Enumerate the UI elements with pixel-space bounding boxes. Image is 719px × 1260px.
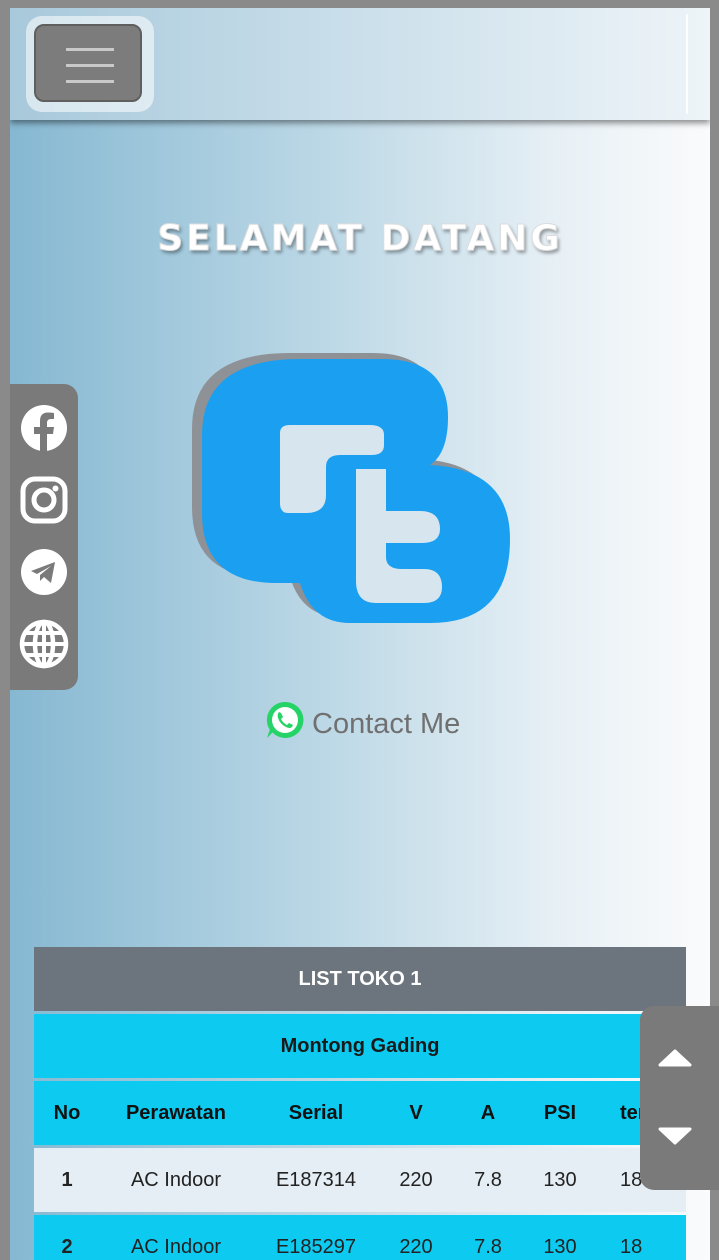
row-a: 7.8 <box>474 1169 502 1191</box>
header-a: A <box>480 1102 496 1124</box>
toko-table: LIST TOKO 1 Montong Gading No Perawatan … <box>34 947 686 1260</box>
navbar-edge <box>686 14 688 114</box>
header-psi: PSI <box>543 1102 577 1124</box>
website-link[interactable] <box>18 618 70 670</box>
row-a: 7.8 <box>474 1236 502 1258</box>
scroll-down-button[interactable] <box>640 1110 710 1160</box>
table-row: 1 AC Indoor E187314 220 7.8 130 18 <box>34 1148 686 1212</box>
table-header-row: No Perawatan Serial V A PSI ter <box>34 1081 686 1145</box>
navbar <box>10 8 710 120</box>
facebook-link[interactable] <box>18 402 70 454</box>
welcome-title: SELAMAT DATANG <box>157 218 563 260</box>
scroll-up-button[interactable] <box>640 1034 710 1084</box>
social-sidebar <box>10 384 78 690</box>
contact-me-link[interactable]: Contact Me <box>264 696 460 744</box>
table-location: Montong Gading <box>34 1014 686 1078</box>
whatsapp-icon <box>266 701 304 738</box>
row-perawatan: AC Indoor <box>130 1169 222 1191</box>
contact-me-label: Contact Me <box>312 707 461 740</box>
scroll-controls <box>640 1006 719 1190</box>
menu-toggle-focus-ring <box>26 16 154 112</box>
instagram-icon <box>20 476 68 524</box>
page: SELAMAT DATANG Contact Me LIST TOKO 1 Mo… <box>10 8 710 1260</box>
row-v: 220 <box>399 1236 433 1258</box>
row-perawatan: AC Indoor <box>130 1236 222 1258</box>
row-psi: 130 <box>543 1236 577 1258</box>
table-title: LIST TOKO 1 <box>34 947 686 1011</box>
gt-logo <box>192 353 510 623</box>
table-row: 2 AC Indoor E185297 220 7.8 130 18 <box>34 1215 686 1260</box>
telegram-link[interactable] <box>18 546 70 598</box>
caret-down-icon <box>658 1127 692 1145</box>
header-v: V <box>409 1102 423 1124</box>
row-v: 220 <box>399 1169 433 1191</box>
telegram-icon <box>21 549 67 595</box>
row-temp: 18 <box>620 1236 643 1258</box>
row-no: 2 <box>61 1236 73 1258</box>
globe-icon <box>19 619 69 669</box>
instagram-link[interactable] <box>18 474 70 526</box>
header-serial: Serial <box>288 1102 344 1124</box>
row-serial: E187314 <box>275 1169 357 1191</box>
caret-up-icon <box>658 1049 692 1067</box>
menu-toggle-button[interactable] <box>34 24 142 102</box>
row-serial: E185297 <box>275 1236 357 1258</box>
facebook-icon <box>21 405 67 451</box>
row-psi: 130 <box>543 1169 577 1191</box>
header-perawatan: Perawatan <box>125 1102 227 1124</box>
header-no: No <box>53 1102 81 1124</box>
row-no: 1 <box>61 1169 73 1191</box>
